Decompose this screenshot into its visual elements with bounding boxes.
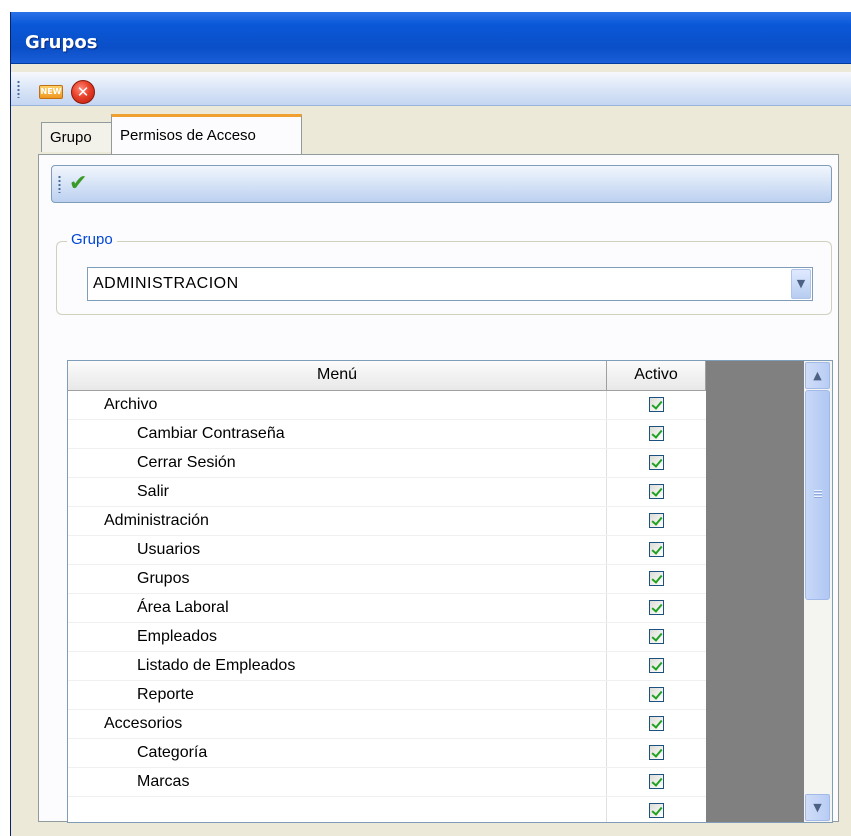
permisos-toolbar: ✔ [51, 165, 832, 203]
activo-cell [606, 709, 706, 739]
new-icon: NEW [40, 87, 62, 96]
activo-checkbox[interactable] [648, 715, 664, 731]
menu-item-label: Archivo [68, 390, 608, 420]
activo-cell [606, 738, 706, 768]
vertical-scrollbar[interactable]: ▲ ▼ [804, 361, 832, 822]
table-row[interactable]: Grupos [68, 564, 706, 594]
activo-cell [606, 564, 706, 594]
table-row[interactable]: Listado de Empleados [68, 651, 706, 681]
tab-permisos-de-acceso[interactable]: Permisos de Acceso [111, 114, 302, 154]
column-header-menu[interactable]: Menú [68, 361, 608, 391]
activo-checkbox[interactable] [648, 396, 664, 412]
grupo-selected-value: ADMINISTRACION [93, 275, 239, 292]
activo-checkbox[interactable] [648, 802, 664, 818]
table-row[interactable]: Categoría [68, 738, 706, 768]
permissions-table: Menú Activo Archivo Cambiar Contraseña Cer… [68, 361, 706, 822]
activo-checkbox[interactable] [648, 570, 664, 586]
menu-item-label: Reporte [68, 680, 608, 710]
table-row[interactable]: Salir [68, 477, 706, 507]
grip-icon [814, 490, 822, 499]
close-button[interactable]: ✕ [71, 80, 95, 104]
grupos-window: Grupos NEW ✕ Grupo Permisos de Acceso ✔ … [10, 12, 851, 836]
grupo-legend: Grupo [67, 231, 117, 248]
activo-cell [606, 622, 706, 652]
permissions-grid: Menú Activo Archivo Cambiar Contraseña Cer… [67, 360, 833, 823]
grupo-select[interactable]: ADMINISTRACION ▼ [87, 267, 813, 301]
activo-checkbox[interactable] [648, 744, 664, 760]
activo-cell [606, 448, 706, 478]
table-row[interactable] [68, 796, 706, 822]
scroll-thumb[interactable] [805, 390, 830, 600]
menu-item-label: Listado de Empleados [68, 651, 608, 681]
table-row[interactable]: Accesorios [68, 709, 706, 739]
menu-item-label: Cambiar Contraseña [68, 419, 608, 449]
menu-item-label: Accesorios [68, 709, 608, 739]
activo-cell [606, 419, 706, 449]
menu-item-label: Cerrar Sesión [68, 448, 608, 478]
activo-cell [606, 767, 706, 797]
menu-item-label: Usuarios [68, 535, 608, 565]
dropdown-button[interactable]: ▼ [791, 269, 811, 299]
activo-checkbox[interactable] [648, 512, 664, 528]
toolbar-grip-icon[interactable] [58, 175, 61, 193]
table-row[interactable]: Marcas [68, 767, 706, 797]
window-title: Grupos [25, 32, 98, 53]
main-toolbar: NEW ✕ [11, 72, 851, 106]
table-row[interactable]: Administración [68, 506, 706, 536]
chevron-down-icon: ▼ [813, 801, 822, 814]
scroll-down-button[interactable]: ▼ [805, 794, 830, 821]
activo-cell [606, 390, 706, 420]
menu-item-label: Área Laboral [68, 593, 608, 623]
table-row[interactable]: Cambiar Contraseña [68, 419, 706, 449]
activo-cell [606, 535, 706, 565]
grupo-groupbox: Grupo ADMINISTRACION ▼ [56, 231, 832, 315]
menu-item-label [68, 796, 608, 822]
menu-item-label: Administración [68, 506, 608, 536]
activo-checkbox[interactable] [648, 628, 664, 644]
activo-cell [606, 506, 706, 536]
tab-permisos-label: Permisos de Acceso [120, 127, 256, 144]
new-button[interactable]: NEW [39, 85, 63, 99]
table-row[interactable]: Usuarios [68, 535, 706, 565]
toolbar-grip-icon[interactable] [17, 80, 20, 98]
menu-item-label: Grupos [68, 564, 608, 594]
activo-checkbox[interactable] [648, 686, 664, 702]
checkmark-icon: ✔ [69, 171, 88, 196]
chevron-up-icon: ▲ [813, 369, 822, 382]
activo-checkbox[interactable] [648, 773, 664, 789]
chevron-down-icon: ▼ [796, 277, 806, 290]
table-row[interactable]: Empleados [68, 622, 706, 652]
table-row[interactable]: Reporte [68, 680, 706, 710]
activo-checkbox[interactable] [648, 425, 664, 441]
menu-item-label: Empleados [68, 622, 608, 652]
table-row[interactable]: Área Laboral [68, 593, 706, 623]
activo-cell [606, 680, 706, 710]
activo-checkbox[interactable] [648, 483, 664, 499]
activo-checkbox[interactable] [648, 454, 664, 470]
title-bar[interactable]: Grupos [11, 12, 851, 64]
menu-item-label: Salir [68, 477, 608, 507]
activo-cell [606, 796, 706, 822]
table-row[interactable]: Cerrar Sesión [68, 448, 706, 478]
menu-item-label: Categoría [68, 738, 608, 768]
column-header-activo[interactable]: Activo [606, 361, 706, 391]
activo-cell [606, 651, 706, 681]
scroll-up-button[interactable]: ▲ [805, 362, 830, 389]
tab-grupo-label: Grupo [50, 129, 92, 146]
activo-cell [606, 593, 706, 623]
close-icon: ✕ [76, 83, 90, 101]
menu-item-label: Marcas [68, 767, 608, 797]
permisos-tab-panel: ✔ Grupo ADMINISTRACION ▼ Menú Activo Arc… [38, 154, 839, 823]
activo-checkbox[interactable] [648, 657, 664, 673]
save-button[interactable]: ✔ [69, 172, 91, 196]
tab-grupo[interactable]: Grupo [41, 122, 113, 152]
activo-checkbox[interactable] [648, 599, 664, 615]
table-row[interactable]: Archivo [68, 390, 706, 420]
activo-checkbox[interactable] [648, 541, 664, 557]
activo-cell [606, 477, 706, 507]
